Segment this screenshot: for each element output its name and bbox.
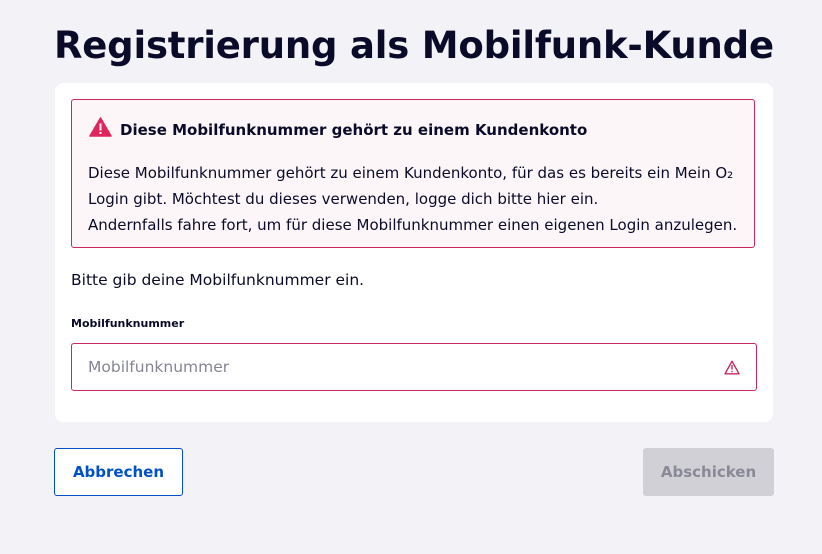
alert-message: Diese Mobilfunknummer gehört zu einem Ku… xyxy=(88,160,748,238)
error-alert: Diese Mobilfunknummer gehört zu einem Ku… xyxy=(71,99,755,248)
phone-input[interactable] xyxy=(72,344,712,390)
alert-message-line: Diese Mobilfunknummer gehört zu einem Ku… xyxy=(88,164,734,182)
phone-prompt: Bitte gib deine Mobilfunknummer ein. xyxy=(71,271,365,289)
phone-field-label: Mobilfunknummer xyxy=(71,317,185,330)
cancel-button[interactable]: Abbrechen xyxy=(54,448,183,496)
page-title: Registrierung als Mobilfunk-Kunde xyxy=(54,24,774,67)
submit-button[interactable]: Abschicken xyxy=(643,448,774,496)
phone-field[interactable] xyxy=(71,343,757,391)
warning-triangle-outline-icon xyxy=(724,360,740,375)
alert-message-line: Login gibt. Möchtest du dieses verwenden… xyxy=(88,190,599,208)
registration-card: Diese Mobilfunknummer gehört zu einem Ku… xyxy=(55,83,773,422)
warning-triangle-icon xyxy=(89,117,112,137)
alert-message-line: Andernfalls fahre fort, um für diese Mob… xyxy=(88,216,738,234)
alert-title: Diese Mobilfunknummer gehört zu einem Ku… xyxy=(120,121,588,139)
